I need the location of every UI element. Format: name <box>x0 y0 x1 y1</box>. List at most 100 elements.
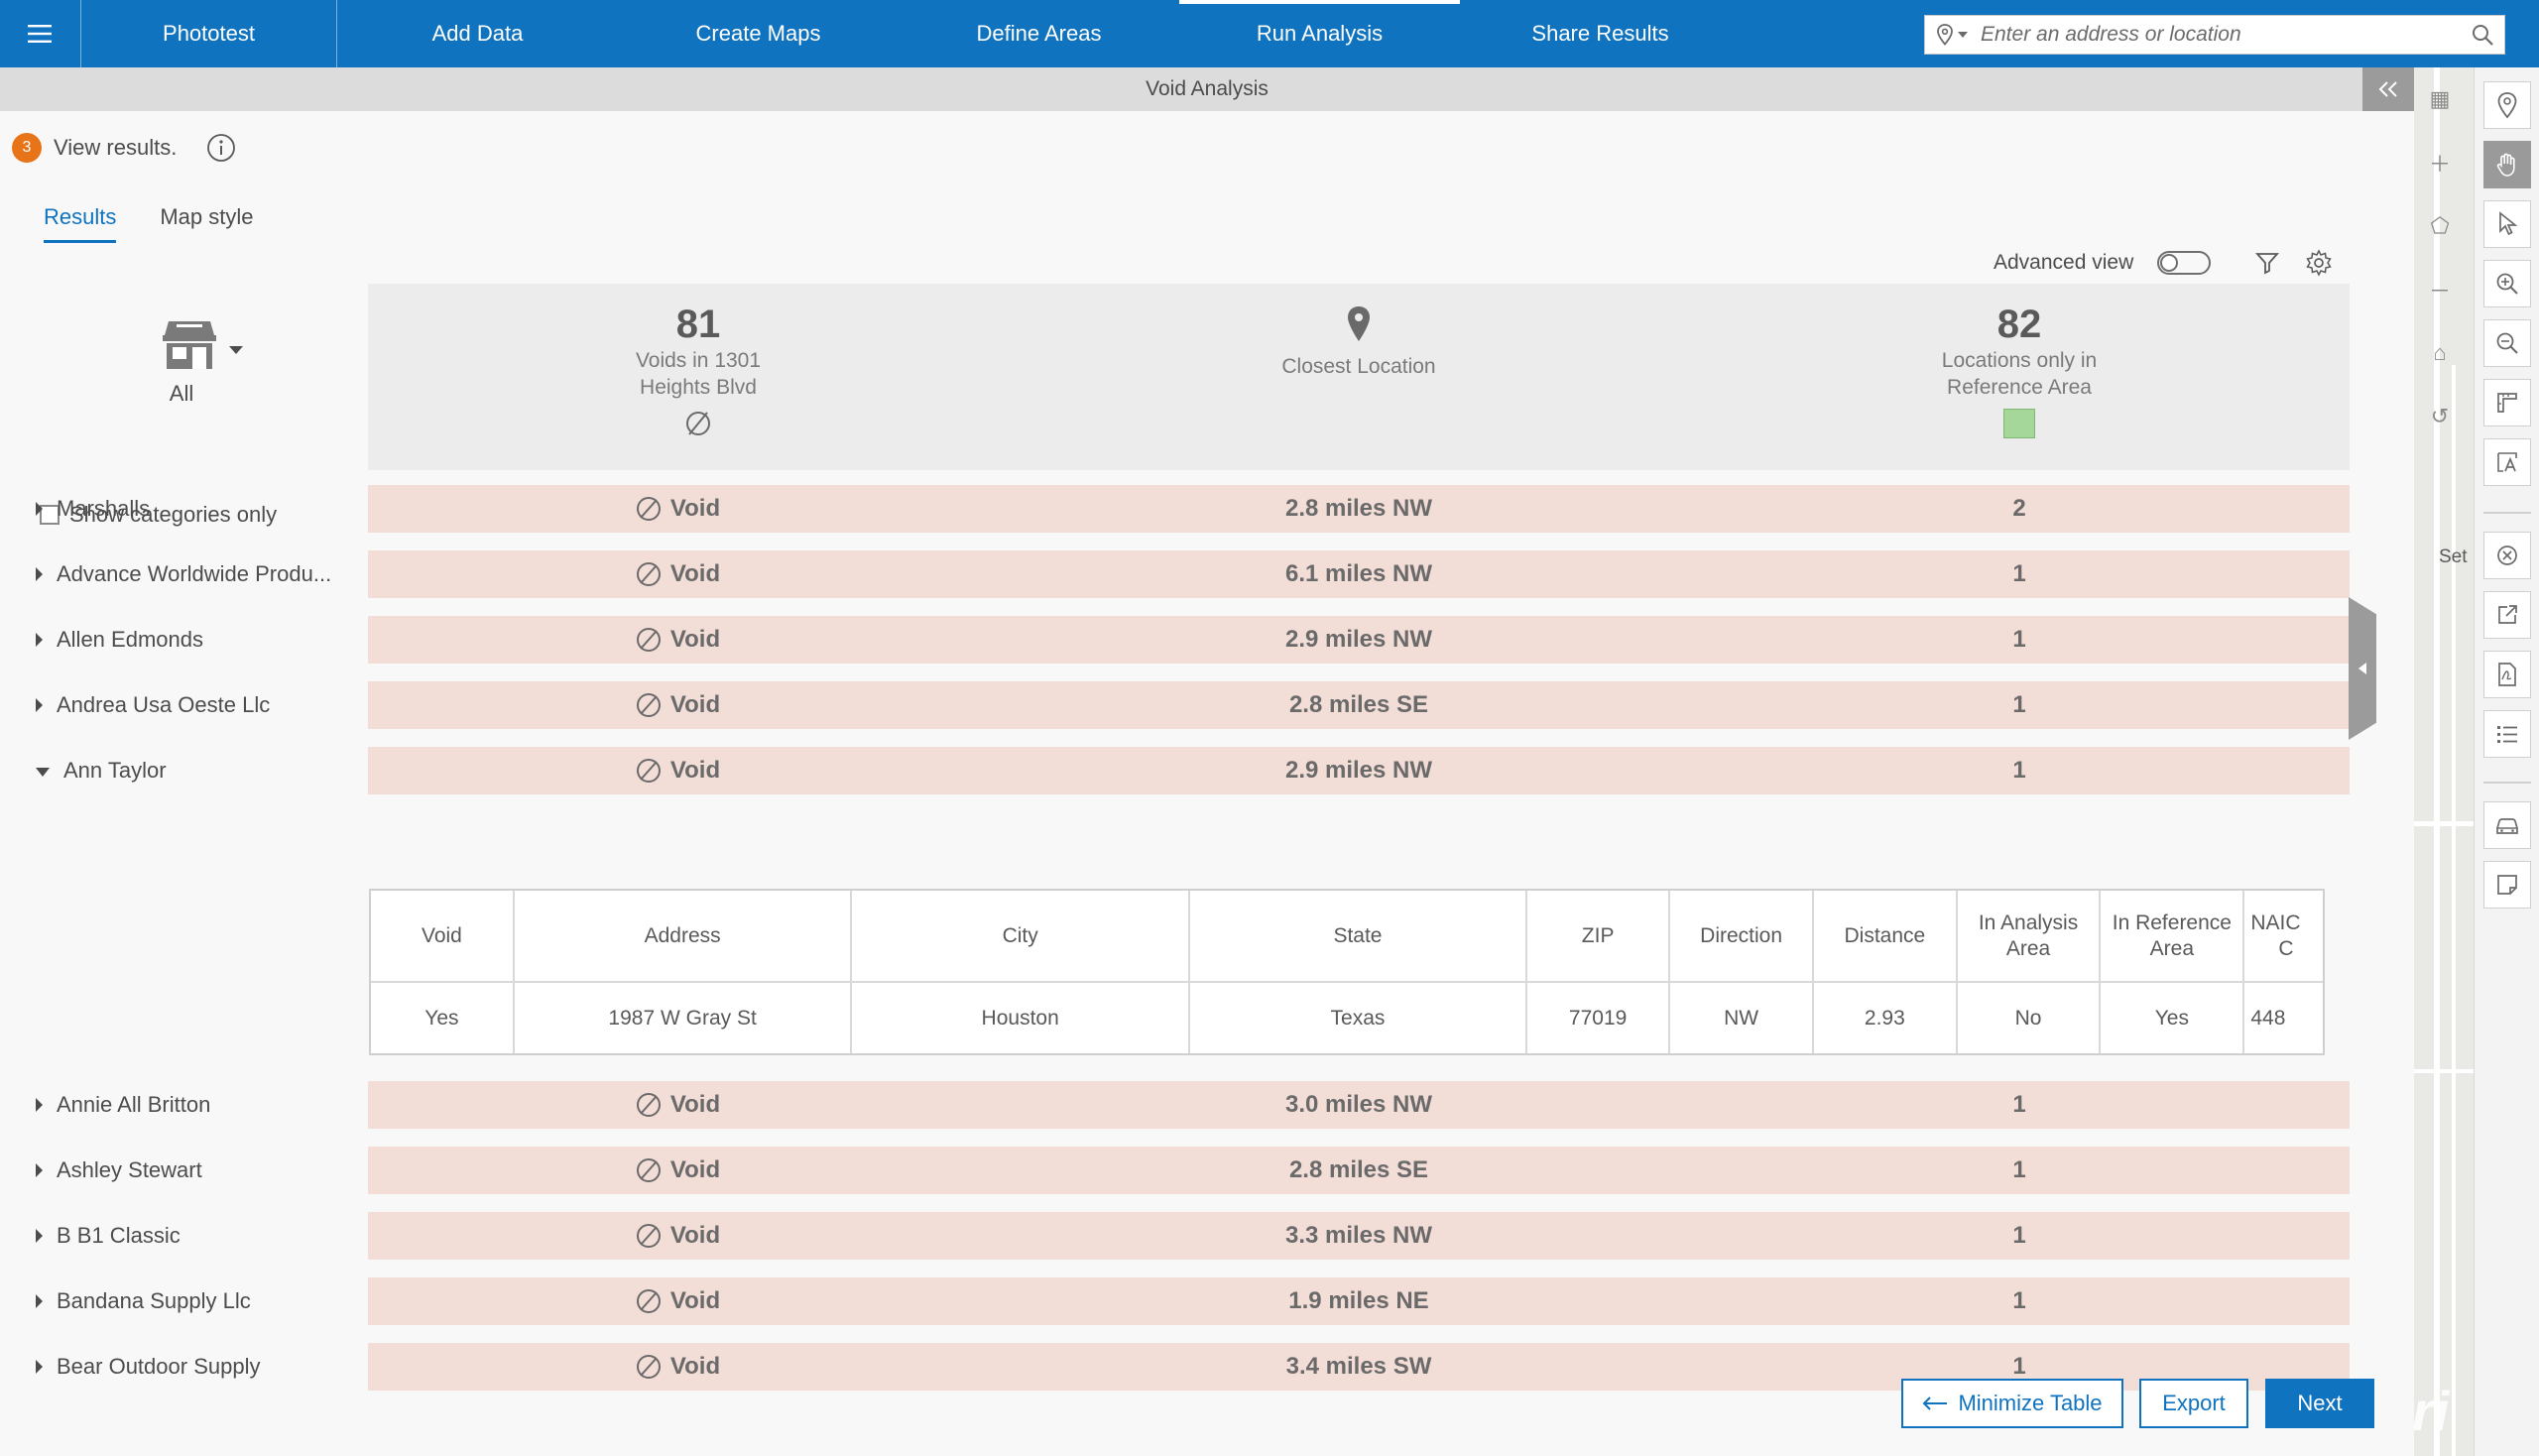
void-symbol-icon <box>636 1224 661 1248</box>
nav-tab-add-data[interactable]: Add Data <box>337 0 618 67</box>
category-row-toggle[interactable]: Ann Taylor <box>36 747 167 794</box>
table-row[interactable]: Yes 1987 W Gray St Houston Texas 77019 N… <box>371 982 2323 1053</box>
count-cell: 2 <box>2012 495 2026 522</box>
caret-right-icon <box>36 1163 43 1177</box>
result-row[interactable]: Void 1.9 miles NE 1 <box>368 1277 2350 1325</box>
column-header[interactable]: Void <box>371 891 515 983</box>
zoom-out-icon[interactable]: － <box>2420 270 2460 309</box>
table-cell: 2.93 <box>1812 982 1958 1053</box>
table-cell: Yes <box>2100 982 2245 1053</box>
category-row-toggle[interactable]: Andrea Usa Oeste Llc <box>36 681 270 729</box>
count-cell: 1 <box>2012 1222 2026 1249</box>
closest-cell: 3.4 miles SW <box>1285 1353 1432 1380</box>
top-nav-bar: Phototest Add Data Create Maps Define Ar… <box>0 0 2539 67</box>
export-button[interactable]: Export <box>2139 1379 2248 1428</box>
zoom-in-magnifier-icon[interactable] <box>2483 260 2531 307</box>
caret-right-icon <box>36 698 43 712</box>
category-row-toggle[interactable]: Bear Outdoor Supply <box>36 1343 260 1391</box>
search-icon[interactable] <box>2461 16 2504 54</box>
column-header-naics[interactable]: NAIC C <box>2243 891 2323 983</box>
void-symbol-icon <box>636 1289 661 1313</box>
category-row-toggle[interactable]: Annie All Britton <box>36 1081 210 1129</box>
pan-hand-icon[interactable] <box>2483 141 2531 188</box>
nav-tab-create-maps[interactable]: Create Maps <box>618 0 899 67</box>
result-row[interactable]: Void 3.0 miles NW 1 <box>368 1081 2350 1129</box>
result-row[interactable]: Void 2.8 miles SE 1 <box>368 681 2350 729</box>
column-header[interactable]: State <box>1188 891 1528 983</box>
nav-tab-define-areas[interactable]: Define Areas <box>899 0 1179 67</box>
list-legend-icon[interactable] <box>2483 710 2531 758</box>
history-icon[interactable]: ↺ <box>2420 397 2460 436</box>
info-icon[interactable] <box>204 131 238 165</box>
column-header[interactable]: In Analysis Area <box>1956 891 2102 983</box>
result-row[interactable]: Void 2.9 miles NW 1 <box>368 747 2350 794</box>
nav-tab-run-analysis[interactable]: Run Analysis <box>1179 0 1460 67</box>
map-pin-icon[interactable] <box>2483 81 2531 129</box>
column-header[interactable]: Address <box>513 891 853 983</box>
map-label-icon[interactable]: ⬠ <box>2420 206 2460 246</box>
void-symbol-icon <box>636 693 661 717</box>
pdf-document-icon[interactable] <box>2483 651 2531 698</box>
closest-cell: 2.9 miles NW <box>1284 757 1433 784</box>
category-row-toggle[interactable]: Advance Worldwide Produ... <box>36 550 331 598</box>
step-number-badge: 3 <box>12 133 42 163</box>
hamburger-menu-icon[interactable] <box>0 0 81 67</box>
category-row-toggle[interactable]: Marshalls <box>36 485 150 533</box>
category-selector[interactable]: All <box>147 302 256 407</box>
void-symbol-icon <box>636 497 661 521</box>
status-cell: Void <box>368 747 987 794</box>
tab-map-style[interactable]: Map style <box>160 204 253 243</box>
measure-ruler-icon[interactable] <box>2483 379 2531 426</box>
location-pin-dropdown-icon[interactable] <box>1925 16 1981 54</box>
result-row[interactable]: Void 2.8 miles NW 2 <box>368 485 2350 533</box>
category-row-toggle[interactable]: Allen Edmonds <box>36 616 203 664</box>
column-header[interactable]: In Reference Area <box>2100 891 2245 983</box>
zoom-in-icon[interactable]: ＋ <box>2420 143 2460 182</box>
void-symbol-icon <box>368 409 1028 438</box>
caret-right-icon <box>36 502 43 516</box>
note-comment-icon[interactable] <box>2483 861 2531 909</box>
car-drive-icon[interactable] <box>2483 801 2531 849</box>
share-export-icon[interactable] <box>2483 591 2531 639</box>
select-arrow-icon[interactable] <box>2483 200 2531 248</box>
category-row-toggle[interactable]: Ashley Stewart <box>36 1147 202 1194</box>
chevron-down-icon[interactable] <box>228 345 244 355</box>
search-input[interactable] <box>1981 23 2461 47</box>
caret-right-icon <box>36 567 43 581</box>
column-header[interactable]: ZIP <box>1526 891 1671 983</box>
clear-circle-x-icon[interactable] <box>2483 532 2531 579</box>
result-row[interactable]: Void 2.9 miles NW 1 <box>368 616 2350 664</box>
filter-icon[interactable] <box>2250 246 2284 280</box>
reference-summary: 82 Locations only in Reference Area <box>1689 284 2350 470</box>
zoom-out-magnifier-icon[interactable] <box>2483 319 2531 367</box>
column-header[interactable]: Distance <box>1812 891 1958 983</box>
closest-cell: 1.9 miles NE <box>1288 1287 1429 1314</box>
closest-location-label: Closest Location <box>1281 355 1436 378</box>
result-row[interactable]: Void 3.3 miles NW 1 <box>368 1212 2350 1260</box>
text-label-icon[interactable] <box>2483 438 2531 486</box>
category-row-toggle[interactable]: B B1 Classic <box>36 1212 181 1260</box>
home-icon[interactable]: ⌂ <box>2420 333 2460 373</box>
column-header[interactable]: City <box>851 891 1190 983</box>
category-name: Bear Outdoor Supply <box>57 1354 261 1379</box>
app-title[interactable]: Phototest <box>81 0 337 67</box>
advanced-view-toggle[interactable] <box>2157 251 2212 275</box>
column-header[interactable]: Direction <box>1669 891 1814 983</box>
caret-right-icon <box>36 1098 43 1112</box>
nav-tab-share-results[interactable]: Share Results <box>1460 0 1741 67</box>
minimize-table-button[interactable]: Minimize Table <box>1901 1379 2123 1428</box>
result-row[interactable]: Void 2.8 miles SE 1 <box>368 1147 2350 1194</box>
category-name: Advance Worldwide Produ... <box>57 561 332 586</box>
category-row-toggle[interactable]: Bandana Supply Llc <box>36 1277 251 1325</box>
location-pin-icon <box>1028 305 1689 343</box>
gear-icon[interactable] <box>2302 246 2336 280</box>
next-button[interactable]: Next <box>2265 1379 2374 1428</box>
collapse-panel-chevrons-icon[interactable] <box>2362 67 2414 111</box>
void-symbol-icon <box>636 759 661 783</box>
step-indicator: 3 View results. <box>12 131 238 165</box>
tab-results[interactable]: Results <box>44 204 117 243</box>
store-icon <box>163 321 216 369</box>
result-row[interactable]: Void 6.1 miles NW 1 <box>368 550 2350 598</box>
map-grid-icon[interactable]: ▦ <box>2420 79 2460 119</box>
side-panel-handle[interactable] <box>2349 597 2376 740</box>
